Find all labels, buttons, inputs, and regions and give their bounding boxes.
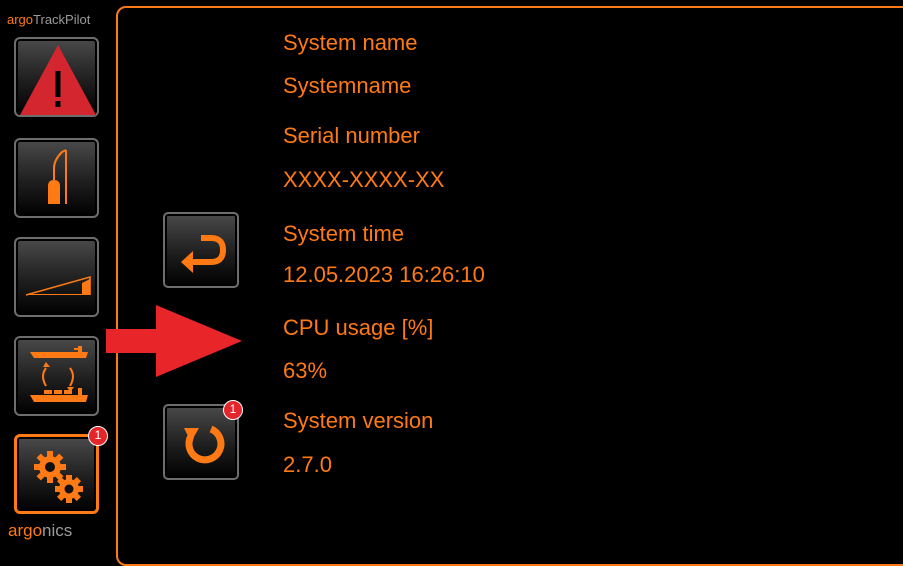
back-button[interactable] xyxy=(163,212,239,288)
gears-icon xyxy=(34,451,83,503)
sidebar-item-slope[interactable] xyxy=(14,237,99,317)
brand-suffix: nics xyxy=(42,521,73,540)
system-name-value: Systemname xyxy=(283,73,412,98)
system-time-label: System time xyxy=(283,221,405,246)
ship-swap-icon xyxy=(30,346,88,402)
warning-triangle-icon xyxy=(20,45,96,115)
return-arrow-icon xyxy=(181,235,227,273)
app-brand-title: argoTrackPilot xyxy=(7,12,90,28)
cpu-usage-label: CPU usage [%] xyxy=(283,315,434,340)
callout-arrow-icon xyxy=(106,305,242,377)
system-name-label: System name xyxy=(283,30,418,55)
cpu-usage-value: 63% xyxy=(283,358,328,383)
ramp-icon xyxy=(25,275,91,296)
brand-suffix: TrackPilot xyxy=(33,12,91,27)
system-time-value: 12.05.2023 16:26:10 xyxy=(283,262,485,287)
sidebar-item-sensor[interactable] xyxy=(14,138,99,218)
brand-prefix: argo xyxy=(8,521,43,540)
system-version-value: 2.7.0 xyxy=(283,452,332,477)
serial-number-label: Serial number xyxy=(283,123,420,148)
settings-notification-badge: 1 xyxy=(88,426,108,446)
refresh-notification-badge: 1 xyxy=(223,400,243,420)
pole-sensor-icon xyxy=(48,149,67,204)
company-brand: argonics xyxy=(8,521,72,541)
sidebar-item-settings[interactable] xyxy=(14,434,99,514)
sidebar-item-vessels[interactable] xyxy=(14,336,99,416)
brand-prefix: argo xyxy=(7,12,34,27)
sidebar-item-alarms[interactable] xyxy=(14,37,99,117)
serial-number-value: XXXX-XXXX-XX xyxy=(283,167,445,192)
system-version-label: System version xyxy=(283,408,434,433)
